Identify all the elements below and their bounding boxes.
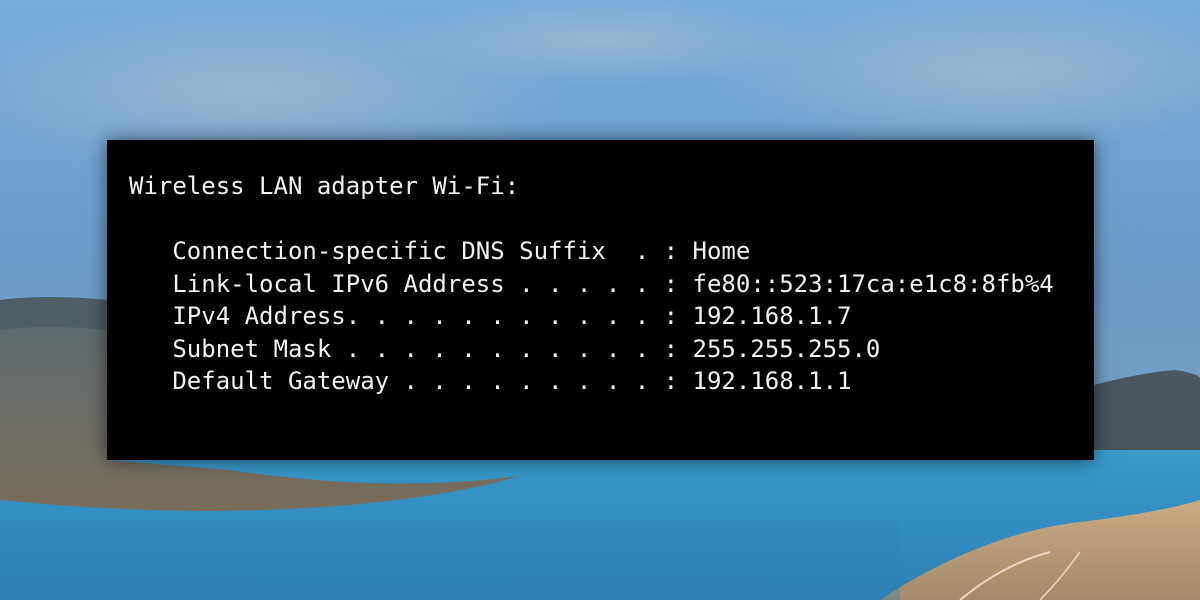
default-gateway-line: Default Gateway . . . . . . . . . : 192.… <box>129 367 852 395</box>
command-prompt-output: Wireless LAN adapter Wi-Fi: Connection-s… <box>107 140 1094 460</box>
ipv4-address-line: IPv4 Address. . . . . . . . . . . : 192.… <box>129 302 852 330</box>
desktop-wallpaper: Wireless LAN adapter Wi-Fi: Connection-s… <box>0 0 1200 600</box>
subnet-mask-line: Subnet Mask . . . . . . . . . . . : 255.… <box>129 334 881 363</box>
ipv6-address-line: Link-local IPv6 Address . . . . . : fe80… <box>129 269 1054 298</box>
dns-suffix-line: Connection-specific DNS Suffix . : Home <box>129 237 751 265</box>
adapter-header-line: Wireless LAN adapter Wi-Fi: <box>129 172 520 200</box>
